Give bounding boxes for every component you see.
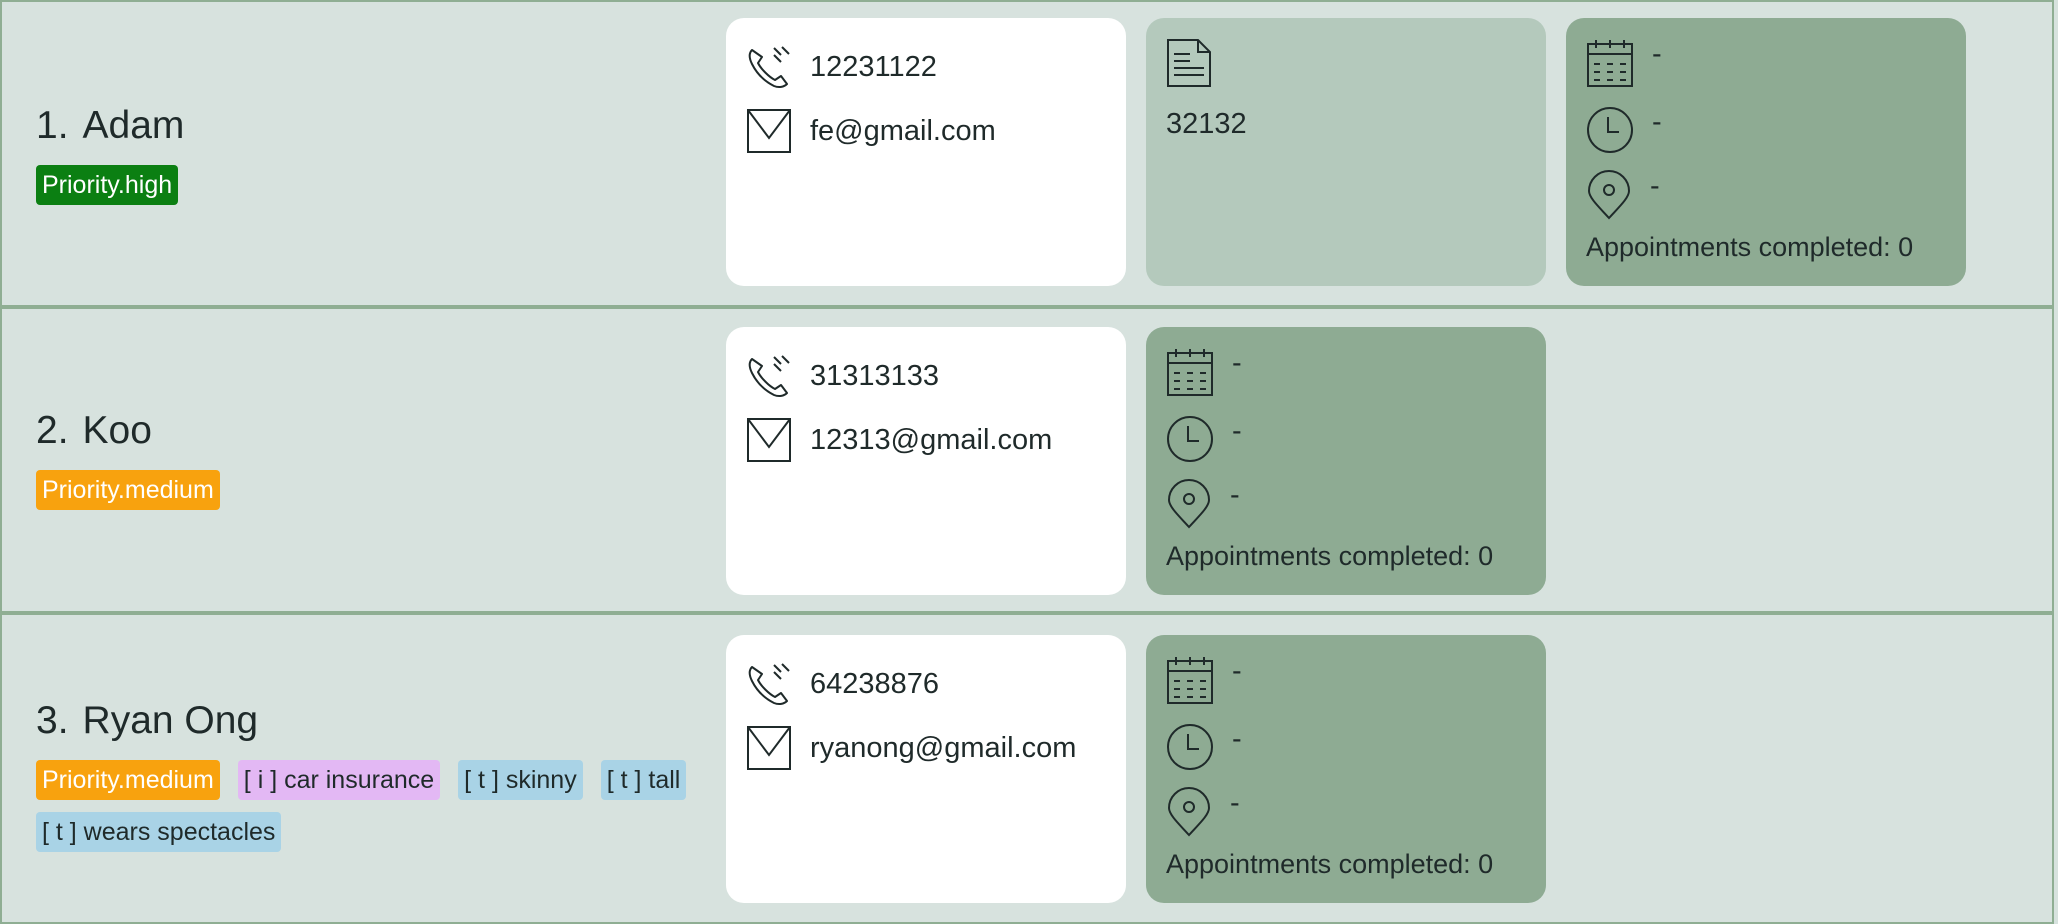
person-name: 2. Koo (36, 411, 676, 450)
envelope-icon (747, 726, 791, 770)
envelope-icon (747, 109, 791, 153)
trait-tag: [ t ] wears spectacles (36, 812, 282, 852)
phone-line: 31313133 (746, 353, 939, 399)
tag-list: Priority.high (36, 165, 676, 205)
appointment-time: - (1232, 723, 1242, 755)
appointment-date: - (1232, 347, 1242, 379)
location-pin-icon (1167, 787, 1211, 837)
phone-line: 12231122 (746, 44, 937, 90)
calendar-icon (1167, 657, 1213, 704)
appointment-time-line: - (1166, 723, 1242, 771)
trait-tag: [ t ] tall (600, 760, 687, 800)
appointments-completed: Appointments completed: 0 (1166, 849, 1494, 879)
person-name: 3. Ryan Ong (36, 701, 676, 740)
person-header: 1. Adam Priority.high (36, 106, 676, 205)
location-pin-icon (1167, 479, 1211, 529)
email-line: fe@gmail.com (746, 108, 996, 154)
contact-panel: 31313133 12313@gmail.com (726, 327, 1126, 595)
person-header: 2. Koo Priority.medium (36, 411, 676, 510)
person-list[interactable]: 1. Adam Priority.high 12231122 fe@gmail.c… (0, 0, 2058, 924)
appointment-location-line: - (1166, 787, 1240, 837)
person-header: 3. Ryan Ong Priority.medium [ i ] car ins… (36, 701, 687, 852)
contact-panel: 12231122 fe@gmail.com (726, 18, 1126, 286)
phone-number: 31313133 (810, 359, 940, 392)
appointment-date: - (1652, 38, 1662, 70)
contact-panel: 64238876 ryanong@gmail.com (726, 635, 1126, 903)
person-index: 1. (36, 104, 69, 147)
envelope-icon (747, 418, 791, 462)
person-card[interactable]: 1. Adam Priority.high 12231122 fe@gmail.c… (0, 0, 2054, 306)
appointment-time-line: - (1586, 106, 1662, 154)
appointment-location: - (1650, 170, 1660, 202)
appointment-location: - (1230, 787, 1240, 819)
document-icon (1167, 39, 1211, 87)
person-name-text: Koo (82, 409, 152, 452)
appointment-time: - (1652, 106, 1662, 138)
priority-badge: Priority.medium (36, 470, 220, 510)
phone-line: 64238876 (746, 661, 939, 707)
person-card[interactable]: 3. Ryan Ong Priority.medium [ i ] car ins… (0, 612, 2054, 924)
email-address: 12313@gmail.com (810, 423, 1053, 456)
email-address: ryanong@gmail.com (810, 731, 1077, 764)
appointment-panel: - - - Appointments completed: 0 (1566, 18, 1966, 286)
appointments-completed: Appointments completed: 0 (1166, 541, 1494, 571)
appointment-location-line: - (1586, 170, 1660, 220)
person-name: 1. Adam (36, 106, 676, 145)
clock-icon (1587, 107, 1633, 153)
appointment-time-line: - (1166, 415, 1242, 463)
phone-number: 12231122 (810, 50, 937, 83)
appointment-location-line: - (1166, 479, 1240, 529)
location-pin-icon (1587, 170, 1631, 220)
person-name-text: Adam (82, 104, 185, 147)
clock-icon (1167, 416, 1213, 462)
policy-panel: 32132 (1146, 18, 1546, 286)
calendar-icon (1167, 349, 1213, 396)
appointment-date: - (1232, 655, 1242, 687)
calendar-icon (1587, 40, 1633, 87)
appointment-time: - (1232, 415, 1242, 447)
email-line: ryanong@gmail.com (746, 725, 1076, 771)
phone-icon (748, 355, 790, 398)
appointment-panel: - - - Appointments completed: 0 (1146, 635, 1546, 903)
appointment-date-line: - (1586, 38, 1662, 88)
phone-icon (748, 663, 790, 706)
email-address: fe@gmail.com (810, 114, 996, 147)
policy-number: 32132 (1166, 108, 1247, 140)
phone-number: 64238876 (810, 667, 940, 700)
tag-list: Priority.medium (36, 470, 676, 510)
trait-tag: [ t ] skinny (458, 760, 583, 800)
person-card[interactable]: 2. Koo Priority.medium 31313133 12313@gma… (0, 306, 2054, 612)
email-line: 12313@gmail.com (746, 417, 1052, 463)
appointments-completed: Appointments completed: 0 (1586, 232, 1914, 262)
appointment-date-line: - (1166, 347, 1242, 397)
appointment-date-line: - (1166, 655, 1242, 705)
person-index: 2. (36, 409, 69, 452)
tag-list: Priority.medium [ i ] car insurance [ t … (36, 760, 716, 852)
phone-icon (748, 46, 790, 89)
appointment-location: - (1230, 479, 1240, 511)
priority-badge: Priority.high (36, 165, 179, 205)
insurance-tag: [ i ] car insurance (237, 760, 441, 800)
appointment-panel: - - - Appointments completed: 0 (1146, 327, 1546, 595)
priority-badge: Priority.medium (36, 760, 220, 800)
clock-icon (1167, 724, 1213, 770)
person-name-text: Ryan Ong (82, 699, 259, 742)
person-index: 3. (36, 699, 69, 742)
